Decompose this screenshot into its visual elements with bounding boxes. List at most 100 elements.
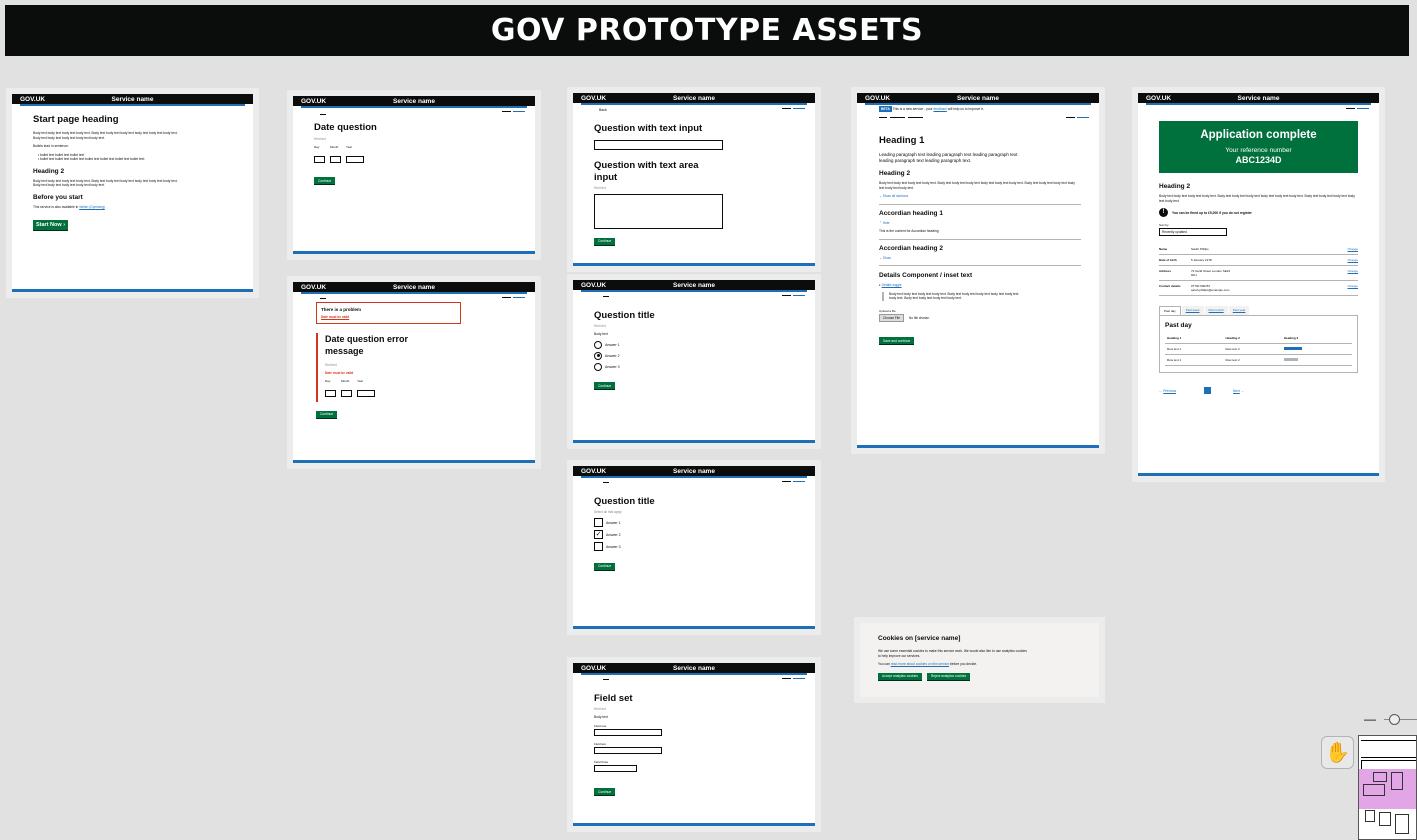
zoom-slider-handle[interactable] <box>1389 714 1400 725</box>
frame-date-question[interactable]: GOV.UK Service name Date question Hint te… <box>287 90 541 260</box>
warning-icon: ! <box>1159 208 1168 217</box>
sort-label: Sort by <box>1159 223 1169 227</box>
accordion-show[interactable]: ⌄ Show <box>879 256 1081 261</box>
reject-cookies-button[interactable]: Reject analytics cookies <box>926 672 971 680</box>
nav-menu[interactable] <box>782 108 805 109</box>
welsh-link[interactable]: Welsh (Cymraeg) <box>79 205 105 209</box>
accordion-heading-1[interactable]: Accordian heading 1 <box>879 210 1081 217</box>
radio-option[interactable]: Answer 2 <box>594 351 794 360</box>
back-link[interactable] <box>603 296 609 297</box>
year-field[interactable] <box>346 156 364 163</box>
checkbox[interactable] <box>594 518 603 527</box>
tab-past-week[interactable]: Past week <box>1181 306 1204 315</box>
checkbox-option[interactable]: Answer 1 <box>594 518 794 527</box>
continue-button[interactable]: Continue <box>316 410 338 418</box>
radio-button[interactable] <box>594 362 602 371</box>
heading-2: Heading 2 <box>33 167 65 175</box>
back-link[interactable] <box>320 114 326 115</box>
next-link[interactable]: Next → <box>1233 389 1244 393</box>
tab-past-month[interactable]: Past month <box>1204 306 1228 315</box>
accordion-hide[interactable]: ⌃ Hide <box>879 221 1081 226</box>
start-now-button[interactable]: Start Now › <box>33 220 69 230</box>
accept-cookies-button[interactable]: Accept analytics cookies <box>878 672 922 680</box>
summary-change-link[interactable]: Change <box>1347 247 1358 251</box>
field-three-input[interactable] <box>594 764 637 772</box>
previous-link[interactable]: ← Previous <box>1159 389 1176 393</box>
error-message: Date must be valid <box>325 371 354 375</box>
error-group: Date question error message Hint text Da… <box>316 333 535 402</box>
chevron-down-circle-icon: ⌄ <box>879 194 882 198</box>
field-one-input[interactable] <box>594 728 662 736</box>
nav-menu[interactable] <box>1066 117 1089 118</box>
continue-button[interactable]: Continue <box>314 177 336 184</box>
frame-content-page[interactable]: GOV.UK Service name BETA This is a new se… <box>851 87 1105 454</box>
zoom-slider[interactable] <box>1384 714 1417 725</box>
breadcrumbs[interactable] <box>879 117 923 118</box>
frame-cookie-banner[interactable]: Cookies on [service name] We use some es… <box>854 617 1105 703</box>
save-continue-button[interactable]: Save and continue <box>879 337 915 344</box>
day-field[interactable] <box>314 156 325 163</box>
textarea[interactable] <box>594 194 723 229</box>
back-link[interactable] <box>603 679 609 680</box>
details-toggle[interactable]: ▸ Details toggle <box>879 283 1081 288</box>
frame-date-error[interactable]: GOV.UK Service name There is a problem Da… <box>287 276 541 469</box>
footer-rule <box>293 460 535 463</box>
service-name: Service name <box>673 94 715 102</box>
continue-button[interactable]: Continue <box>594 788 616 795</box>
continue-button[interactable]: Continue <box>594 562 616 570</box>
frame-checkboxes[interactable]: GOV.UK Service name Question title Select… <box>567 460 821 635</box>
day-field[interactable] <box>325 390 336 397</box>
back-link[interactable]: Back <box>599 108 607 112</box>
nav-menu[interactable] <box>502 111 525 112</box>
radio-option[interactable]: Answer 3 <box>594 362 794 371</box>
choose-file-button[interactable]: Choose File <box>879 313 905 322</box>
year-field[interactable] <box>357 390 375 397</box>
nav-menu[interactable] <box>782 678 805 679</box>
month-field[interactable] <box>330 156 341 163</box>
govuk-header: GOV.UK Service name <box>573 466 815 476</box>
summary-change-link[interactable]: Change <box>1347 284 1358 292</box>
checkbox-checked[interactable]: ✓ <box>594 530 603 539</box>
frame-fieldset[interactable]: GOV.UK Service name Field set Hint text B… <box>567 657 821 832</box>
zoom-out-button[interactable]: — <box>1364 712 1376 726</box>
back-link[interactable] <box>603 482 609 483</box>
month-field[interactable] <box>341 390 352 397</box>
current-page[interactable] <box>1204 387 1212 394</box>
radio-option[interactable]: Answer 1 <box>594 340 794 349</box>
tab-past-day[interactable]: Past day <box>1159 306 1181 315</box>
checkbox-option[interactable]: ✓ Answer 2 <box>594 530 794 539</box>
nav-menu[interactable] <box>782 481 805 482</box>
minimap[interactable] <box>1358 735 1417 840</box>
field-two-input[interactable] <box>594 746 662 754</box>
summary-change-link[interactable]: Change <box>1347 269 1358 277</box>
nav-menu[interactable] <box>1346 108 1369 109</box>
file-upload[interactable]: Choose File No file chosen <box>879 313 1081 322</box>
frame-text-input[interactable]: GOV.UK Service name Back Question with te… <box>567 87 821 272</box>
tabs: Past day Past week Past month Past year Pas… <box>1159 306 1358 373</box>
back-link[interactable] <box>320 298 326 299</box>
checkbox-option[interactable]: Answer 3 <box>594 542 794 551</box>
chevron-down-circle-icon: ⌄ <box>879 255 882 260</box>
continue-button[interactable]: Continue <box>594 382 616 389</box>
sort-select[interactable]: Recently updated <box>1159 228 1227 236</box>
tab-past-year[interactable]: Past year <box>1228 306 1250 315</box>
accordion-heading-2[interactable]: Accordian heading 2 <box>879 245 1081 252</box>
show-all-sections[interactable]: ⌄ Show all sections <box>879 194 1081 199</box>
summary-change-link[interactable]: Change <box>1347 258 1358 262</box>
error-summary-link[interactable]: Date must be valid <box>321 315 456 319</box>
checkbox[interactable] <box>594 542 603 551</box>
nav-menu[interactable] <box>782 295 805 296</box>
inset-text: Body text body text body text body text.… <box>882 291 1022 301</box>
continue-button[interactable]: Continue <box>594 237 616 245</box>
frame-start-page[interactable]: GOV.UK Service name Start page heading Bo… <box>6 88 259 298</box>
frame-radios[interactable]: GOV.UK Service name Question title Hint t… <box>567 274 821 449</box>
radio-button-selected[interactable] <box>594 351 602 360</box>
confirmation-panel: Application complete Your reference numb… <box>1159 121 1358 173</box>
nav-menu[interactable] <box>502 297 525 298</box>
cookie-info-link[interactable]: read more about cookies on this service <box>891 662 949 666</box>
frame-application-complete[interactable]: GOV.UK Service name Application complete … <box>1132 87 1385 482</box>
hand-icon[interactable]: ✋ <box>1321 736 1354 769</box>
radio-button[interactable] <box>594 340 602 349</box>
feedback-link[interactable]: feedback <box>933 107 946 111</box>
text-input[interactable] <box>594 140 723 150</box>
